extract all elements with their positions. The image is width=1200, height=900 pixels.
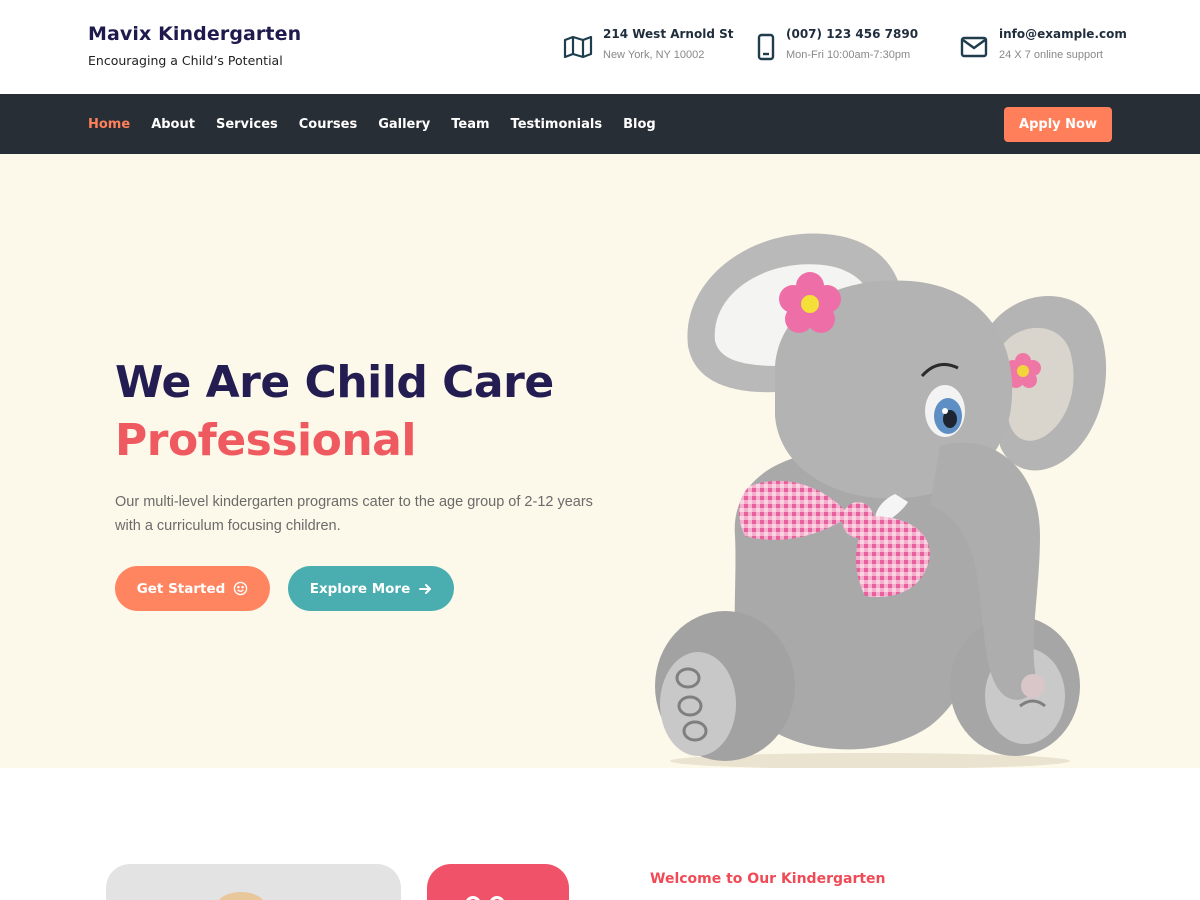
hero-description: Our multi-level kindergarten programs ca… <box>115 494 593 534</box>
hero-heading: We Are Child Care Professional <box>115 354 554 470</box>
smile-icon <box>233 581 248 596</box>
nav-item-about[interactable]: About <box>151 117 195 132</box>
mail-icon <box>959 32 989 62</box>
explore-more-label: Explore More <box>309 580 411 597</box>
apply-now-button[interactable]: Apply Now <box>1004 107 1112 142</box>
get-started-label: Get Started <box>136 580 226 597</box>
site-title[interactable]: Mavix Kindergarten <box>88 23 301 45</box>
nav-item-courses[interactable]: Courses <box>299 117 357 132</box>
top-header: Mavix Kindergarten Encouraging a Child’s… <box>0 0 1200 94</box>
arrow-right-icon <box>418 582 432 596</box>
stat-card-icon-part <box>489 896 505 900</box>
email-address[interactable]: info@example.com <box>999 27 1127 41</box>
stat-card-icon-part <box>465 896 481 900</box>
explore-more-button[interactable]: Explore More <box>288 566 454 611</box>
hero-heading-line1: We Are Child Care <box>115 357 554 408</box>
get-started-button[interactable]: Get Started <box>115 566 270 611</box>
site-tagline: Encouraging a Child’s Potential <box>88 53 283 68</box>
email-support-note: 24 X 7 online support <box>999 49 1103 61</box>
phone-hours: Mon-Fri 10:00am-7:30pm <box>786 49 911 61</box>
phone-number[interactable]: (007) 123 456 7890 <box>786 27 918 41</box>
main-nav: Home About Services Courses Gallery Team… <box>0 94 1200 154</box>
phone-icon <box>756 32 776 62</box>
hero-section: We Are Child Care Professional Our multi… <box>0 154 1200 768</box>
contact-address: 214 West Arnold St New York, NY 10002 <box>563 27 733 62</box>
nav-item-gallery[interactable]: Gallery <box>378 117 430 132</box>
nav-item-team[interactable]: Team <box>451 117 489 132</box>
contact-email: info@example.com 24 X 7 online support <box>959 27 1127 62</box>
about-image-subject <box>216 892 266 900</box>
nav-item-testimonials[interactable]: Testimonials <box>511 117 603 132</box>
nav-item-home[interactable]: Home <box>88 117 130 132</box>
elephant-plush-image <box>655 233 1107 768</box>
welcome-subheading: Welcome to Our Kindergarten <box>650 871 886 887</box>
nav-item-blog[interactable]: Blog <box>623 117 656 132</box>
brand[interactable]: Mavix Kindergarten Encouraging a Child’s… <box>88 23 301 68</box>
nav-item-services[interactable]: Services <box>216 117 278 132</box>
hero-heading-line2: Professional <box>115 415 416 466</box>
stat-card <box>427 864 569 900</box>
contact-phone: (007) 123 456 7890 Mon-Fri 10:00am-7:30p… <box>756 27 918 62</box>
about-image-card <box>106 864 401 900</box>
address-city: New York, NY 10002 <box>603 49 705 61</box>
address-line: 214 West Arnold St <box>603 27 734 41</box>
map-icon <box>563 32 593 62</box>
nav-menu: Home About Services Courses Gallery Team… <box>88 94 677 154</box>
